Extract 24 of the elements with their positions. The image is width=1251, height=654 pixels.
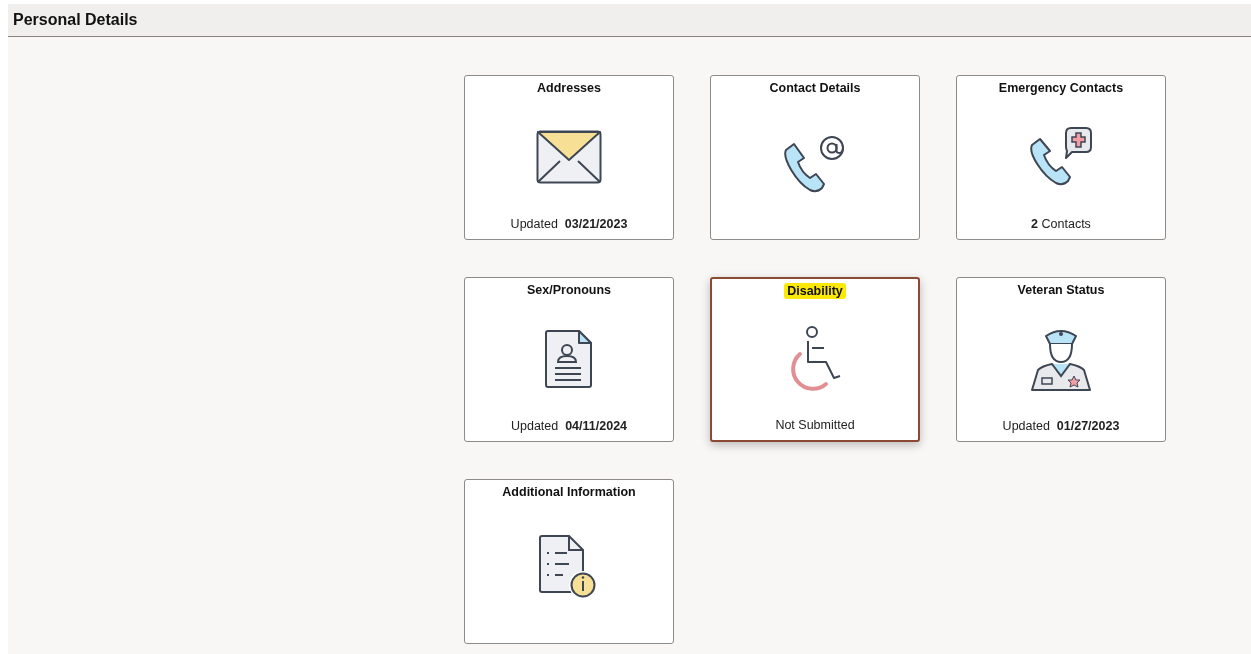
tile[interactable]: Additional Information bbox=[464, 479, 674, 644]
tile-title: Disability bbox=[784, 283, 846, 299]
tile-title: Additional Information bbox=[501, 484, 637, 500]
tile[interactable]: Addresses Updated 03/21/2023 bbox=[464, 75, 674, 240]
envelope-icon bbox=[536, 129, 602, 184]
tile-status: Updated 04/11/2024 bbox=[510, 419, 628, 433]
tile[interactable]: Veteran Status Updated 01/27/2023 bbox=[956, 277, 1166, 442]
tile-status: Updated 03/21/2023 bbox=[510, 217, 628, 231]
info-document-icon bbox=[539, 534, 599, 601]
tile[interactable]: Contact Details bbox=[710, 75, 920, 240]
tile-title: Sex/Pronouns bbox=[525, 282, 612, 298]
tile-title: Addresses bbox=[536, 80, 602, 96]
tile-title: Contact Details bbox=[768, 80, 862, 96]
tile-status: 2 Contacts bbox=[1031, 217, 1091, 231]
tile[interactable]: Disability Not Submitted bbox=[710, 277, 920, 442]
tile[interactable]: Sex/Pronouns Updated 04/11/2024 bbox=[464, 277, 674, 442]
page-title: Personal Details bbox=[13, 11, 138, 29]
phone-medical-icon bbox=[1028, 126, 1094, 187]
tile-status: Updated 01/27/2023 bbox=[1002, 419, 1120, 433]
tile-title: Veteran Status bbox=[1016, 282, 1106, 298]
tile[interactable]: Emergency Contacts 2 Contacts bbox=[956, 75, 1166, 240]
tile-status: Not Submitted bbox=[775, 418, 855, 432]
tile-title: Emergency Contacts bbox=[997, 80, 1125, 96]
profile-document-icon bbox=[545, 329, 593, 388]
